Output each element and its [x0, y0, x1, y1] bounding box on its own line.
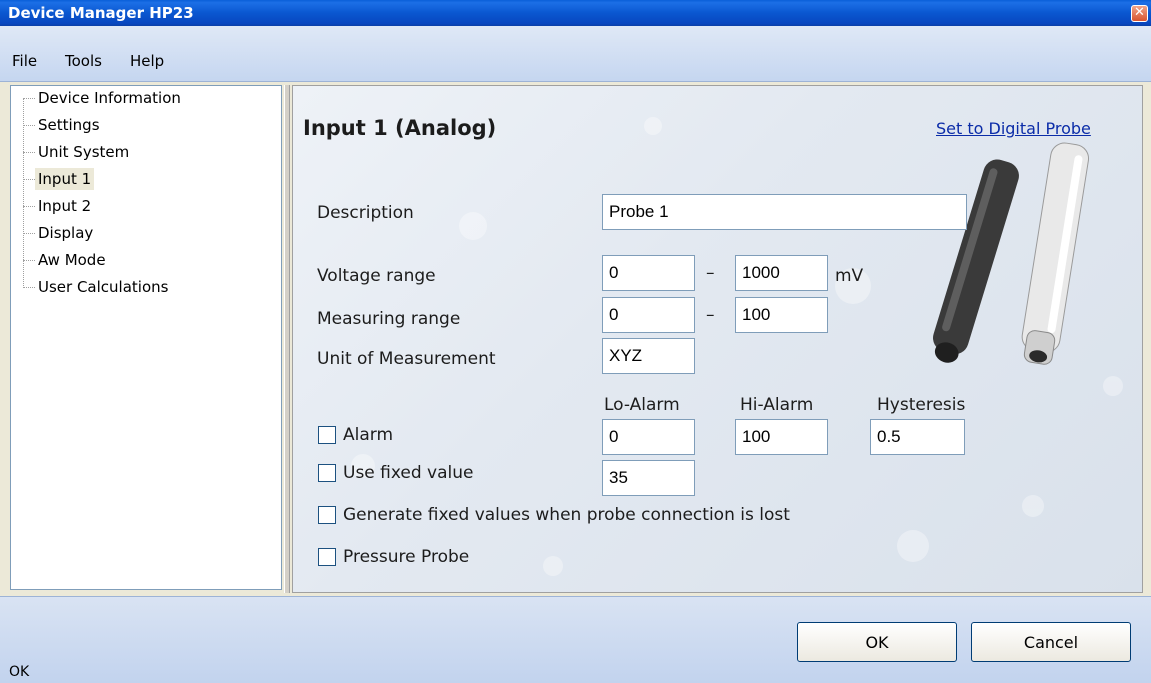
measuring-min-field[interactable]: 0	[602, 297, 695, 333]
tree-connector	[23, 179, 35, 180]
tree-connector	[23, 287, 35, 288]
description-field[interactable]: Probe 1	[602, 194, 967, 230]
tree-item-settings[interactable]: Settings	[35, 114, 103, 136]
tree-connector	[23, 260, 35, 261]
hi-alarm-label: Hi-Alarm	[740, 395, 814, 415]
generate-fixed-values-label: Generate fixed values when probe connect…	[343, 505, 790, 525]
range-separator: –	[706, 263, 715, 283]
pressure-probe-checkbox[interactable]	[318, 548, 336, 566]
close-button[interactable]: ✕	[1131, 5, 1148, 22]
voltage-max-field[interactable]: 1000	[735, 255, 828, 291]
window-title: Device Manager HP23	[8, 4, 194, 22]
lo-alarm-field[interactable]: 0	[602, 419, 695, 455]
menu-file[interactable]: File	[12, 52, 37, 70]
menu-bar: File Tools Help	[0, 26, 1151, 82]
generate-fixed-values-row[interactable]: Generate fixed values when probe connect…	[318, 505, 790, 525]
tree-item-display[interactable]: Display	[35, 222, 96, 244]
status-text: OK	[9, 664, 30, 680]
use-fixed-value-row[interactable]: Use fixed value	[318, 463, 474, 483]
tree-item-user-calculations[interactable]: User Calculations	[35, 276, 171, 298]
menu-help[interactable]: Help	[130, 52, 164, 70]
measuring-max-field[interactable]: 100	[735, 297, 828, 333]
probe-image	[933, 142, 1090, 365]
input-settings-panel: Input 1 (Analog) Set to Digital Probe De…	[292, 85, 1143, 593]
lo-alarm-label: Lo-Alarm	[604, 395, 680, 415]
pressure-probe-row[interactable]: Pressure Probe	[318, 547, 469, 567]
tree-item-aw-mode[interactable]: Aw Mode	[35, 249, 109, 271]
unit-of-measurement-label: Unit of Measurement	[317, 349, 496, 369]
navigation-tree: Device Information Settings Unit System …	[10, 85, 282, 590]
fixed-value-field[interactable]: 35	[602, 460, 695, 496]
tree-item-input-1[interactable]: Input 1	[35, 168, 95, 190]
tree-item-input-2[interactable]: Input 2	[35, 195, 94, 217]
voltage-min-field[interactable]: 0	[602, 255, 695, 291]
tree-connector	[23, 125, 35, 126]
hysteresis-field[interactable]: 0.5	[870, 419, 965, 455]
description-label: Description	[317, 203, 414, 223]
voltage-range-label: Voltage range	[317, 266, 436, 286]
tree-item-unit-system[interactable]: Unit System	[35, 141, 132, 163]
tree-connector	[23, 152, 35, 153]
use-fixed-value-label: Use fixed value	[343, 463, 474, 483]
close-icon: ✕	[1134, 5, 1145, 20]
tree-connector	[23, 206, 35, 207]
use-fixed-value-checkbox[interactable]	[318, 464, 336, 482]
panel-heading: Input 1 (Analog)	[303, 116, 497, 140]
tree-item-device-information[interactable]: Device Information	[35, 87, 184, 109]
ok-button[interactable]: OK	[797, 622, 957, 662]
hi-alarm-field[interactable]: 100	[735, 419, 828, 455]
menu-tools[interactable]: Tools	[65, 52, 102, 70]
pressure-probe-label: Pressure Probe	[343, 547, 470, 567]
cancel-button[interactable]: Cancel	[971, 622, 1131, 662]
hysteresis-label: Hysteresis	[877, 395, 966, 415]
set-digital-probe-link[interactable]: Set to Digital Probe	[936, 119, 1091, 138]
voltage-unit-label: mV	[835, 266, 864, 286]
panel-splitter[interactable]	[284, 85, 290, 593]
dialog-footer: OK Cancel OK	[0, 596, 1151, 683]
alarm-checkbox-row[interactable]: Alarm	[318, 425, 393, 445]
title-bar: Device Manager HP23 ✕	[0, 0, 1151, 26]
measuring-range-label: Measuring range	[317, 309, 461, 329]
alarm-checkbox-label: Alarm	[343, 425, 394, 445]
generate-fixed-values-checkbox[interactable]	[318, 506, 336, 524]
alarm-checkbox[interactable]	[318, 426, 336, 444]
tree-connector	[23, 233, 35, 234]
unit-of-measurement-field[interactable]: XYZ	[602, 338, 695, 374]
tree-connector	[23, 98, 35, 99]
range-separator: –	[706, 305, 715, 325]
